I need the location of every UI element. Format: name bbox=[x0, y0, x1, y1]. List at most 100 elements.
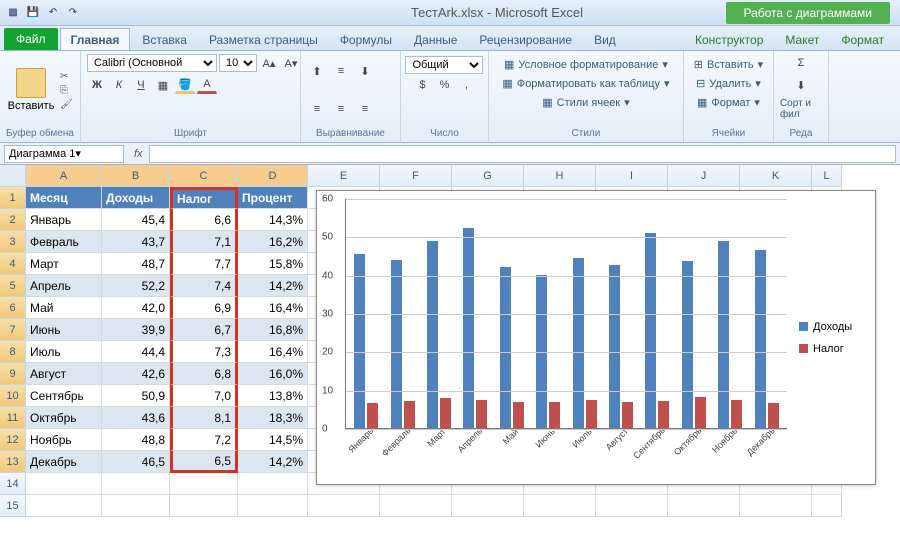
cell-A2[interactable]: Январь bbox=[26, 209, 102, 231]
cell-C14[interactable] bbox=[170, 473, 238, 495]
cell-H15[interactable] bbox=[524, 495, 596, 517]
cell-B13[interactable]: 46,5 bbox=[102, 451, 170, 473]
cell-C12[interactable]: 7,2 bbox=[170, 429, 238, 451]
cell-D5[interactable]: 14,2% bbox=[238, 275, 308, 297]
number-format-select[interactable]: Общий bbox=[405, 56, 483, 74]
cell-A10[interactable]: Сентябрь bbox=[26, 385, 102, 407]
cell-D3[interactable]: 16,2% bbox=[238, 231, 308, 253]
row-header-12[interactable]: 12 bbox=[0, 429, 26, 451]
sort-filter-button[interactable]: Сорт и фил bbox=[780, 98, 822, 120]
align-left-icon[interactable]: ≡ bbox=[307, 100, 327, 118]
cell-D4[interactable]: 15,8% bbox=[238, 253, 308, 275]
cell-B1[interactable]: Доходы bbox=[102, 187, 170, 209]
cell-D15[interactable] bbox=[238, 495, 308, 517]
border-icon[interactable]: ▦ bbox=[153, 76, 173, 94]
tab-format-chart[interactable]: Формат bbox=[831, 29, 894, 50]
row-header-5[interactable]: 5 bbox=[0, 275, 26, 297]
cell-D8[interactable]: 16,4% bbox=[238, 341, 308, 363]
tab-design[interactable]: Конструктор bbox=[685, 29, 773, 50]
cell-G15[interactable] bbox=[452, 495, 524, 517]
cell-C5[interactable]: 7,4 bbox=[170, 275, 238, 297]
cell-D7[interactable]: 16,8% bbox=[238, 319, 308, 341]
cell-D13[interactable]: 14,2% bbox=[238, 451, 308, 473]
cell-C4[interactable]: 7,7 bbox=[170, 253, 238, 275]
cell-D1[interactable]: Процент bbox=[238, 187, 308, 209]
cell-E15[interactable] bbox=[308, 495, 380, 517]
cell-C11[interactable]: 8,1 bbox=[170, 407, 238, 429]
cell-C1[interactable]: Налог bbox=[170, 187, 238, 209]
col-header-E[interactable]: E bbox=[308, 165, 380, 187]
cell-C8[interactable]: 7,3 bbox=[170, 341, 238, 363]
cell-B4[interactable]: 48,7 bbox=[102, 253, 170, 275]
cell-C10[interactable]: 7,0 bbox=[170, 385, 238, 407]
cell-B15[interactable] bbox=[102, 495, 170, 517]
percent-icon[interactable]: % bbox=[434, 76, 454, 94]
cell-C7[interactable]: 6,7 bbox=[170, 319, 238, 341]
cut-icon[interactable]: ✂ bbox=[60, 71, 73, 82]
cell-D14[interactable] bbox=[238, 473, 308, 495]
bold-icon[interactable]: Ж bbox=[87, 76, 107, 94]
tab-page-layout[interactable]: Разметка страницы bbox=[199, 29, 328, 50]
cell-B8[interactable]: 44,4 bbox=[102, 341, 170, 363]
cell-B6[interactable]: 42,0 bbox=[102, 297, 170, 319]
cell-B10[interactable]: 50,9 bbox=[102, 385, 170, 407]
col-header-K[interactable]: K bbox=[740, 165, 812, 187]
tab-insert[interactable]: Вставка bbox=[132, 29, 197, 50]
format-painter-icon[interactable]: 🖌 bbox=[60, 99, 73, 110]
tab-home[interactable]: Главная bbox=[60, 28, 131, 50]
embedded-chart[interactable]: ЯнварьФевральМартАпрельМайИюньИюльАвгуст… bbox=[316, 190, 876, 485]
cell-B12[interactable]: 48,8 bbox=[102, 429, 170, 451]
format-cells-button[interactable]: ▦ Формат ▾ bbox=[691, 94, 766, 111]
align-center-icon[interactable]: ≡ bbox=[331, 100, 351, 118]
italic-icon[interactable]: К bbox=[109, 76, 129, 94]
cell-B7[interactable]: 39,9 bbox=[102, 319, 170, 341]
cell-styles-button[interactable]: ▦Стили ячеек ▾ bbox=[536, 94, 635, 111]
align-top-icon[interactable]: ⬆ bbox=[307, 62, 327, 80]
cell-B2[interactable]: 45,4 bbox=[102, 209, 170, 231]
cell-B11[interactable]: 43,6 bbox=[102, 407, 170, 429]
cell-A12[interactable]: Ноябрь bbox=[26, 429, 102, 451]
align-bot-icon[interactable]: ⬇ bbox=[355, 62, 375, 80]
cell-D9[interactable]: 16,0% bbox=[238, 363, 308, 385]
row-header-1[interactable]: 1 bbox=[0, 187, 26, 209]
tab-file[interactable]: Файл bbox=[4, 28, 58, 50]
font-size-select[interactable]: 10 bbox=[219, 54, 257, 72]
font-name-select[interactable]: Calibri (Основной bbox=[87, 54, 217, 72]
cell-C13[interactable]: 6,5 bbox=[170, 451, 238, 473]
save-icon[interactable]: 💾 bbox=[24, 4, 42, 22]
select-all-corner[interactable] bbox=[0, 165, 26, 187]
cell-A15[interactable] bbox=[26, 495, 102, 517]
format-as-table-button[interactable]: ▦Форматировать как таблицу ▾ bbox=[496, 75, 675, 92]
cell-B9[interactable]: 42,6 bbox=[102, 363, 170, 385]
font-color-icon[interactable]: A bbox=[197, 76, 217, 94]
autosum-icon[interactable]: Σ bbox=[791, 54, 811, 72]
cell-K15[interactable] bbox=[740, 495, 812, 517]
cell-I15[interactable] bbox=[596, 495, 668, 517]
delete-cells-button[interactable]: ⊟ Удалить ▾ bbox=[690, 75, 767, 92]
formula-input[interactable] bbox=[149, 145, 896, 163]
row-header-4[interactable]: 4 bbox=[0, 253, 26, 275]
row-header-10[interactable]: 10 bbox=[0, 385, 26, 407]
cell-C9[interactable]: 6,8 bbox=[170, 363, 238, 385]
cell-A1[interactable]: Месяц bbox=[26, 187, 102, 209]
cell-C2[interactable]: 6,6 bbox=[170, 209, 238, 231]
undo-icon[interactable]: ↶ bbox=[44, 4, 62, 22]
cell-C15[interactable] bbox=[170, 495, 238, 517]
paste-button[interactable]: Вставить bbox=[6, 68, 56, 112]
row-header-13[interactable]: 13 bbox=[0, 451, 26, 473]
insert-cells-button[interactable]: ⊞ Вставить ▾ bbox=[688, 56, 769, 73]
cell-A3[interactable]: Февраль bbox=[26, 231, 102, 253]
cell-A6[interactable]: Май bbox=[26, 297, 102, 319]
fill-color-icon[interactable]: 🪣 bbox=[175, 76, 195, 94]
cell-A4[interactable]: Март bbox=[26, 253, 102, 275]
cell-C3[interactable]: 7,1 bbox=[170, 231, 238, 253]
cell-A5[interactable]: Апрель bbox=[26, 275, 102, 297]
underline-icon[interactable]: Ч bbox=[131, 76, 151, 94]
col-header-D[interactable]: D bbox=[238, 165, 308, 187]
cell-L15[interactable] bbox=[812, 495, 842, 517]
col-header-C[interactable]: C bbox=[170, 165, 238, 187]
align-right-icon[interactable]: ≡ bbox=[355, 100, 375, 118]
tab-layout-chart[interactable]: Макет bbox=[775, 29, 829, 50]
copy-icon[interactable]: ⎘ bbox=[60, 85, 73, 96]
tab-data[interactable]: Данные bbox=[404, 29, 467, 50]
